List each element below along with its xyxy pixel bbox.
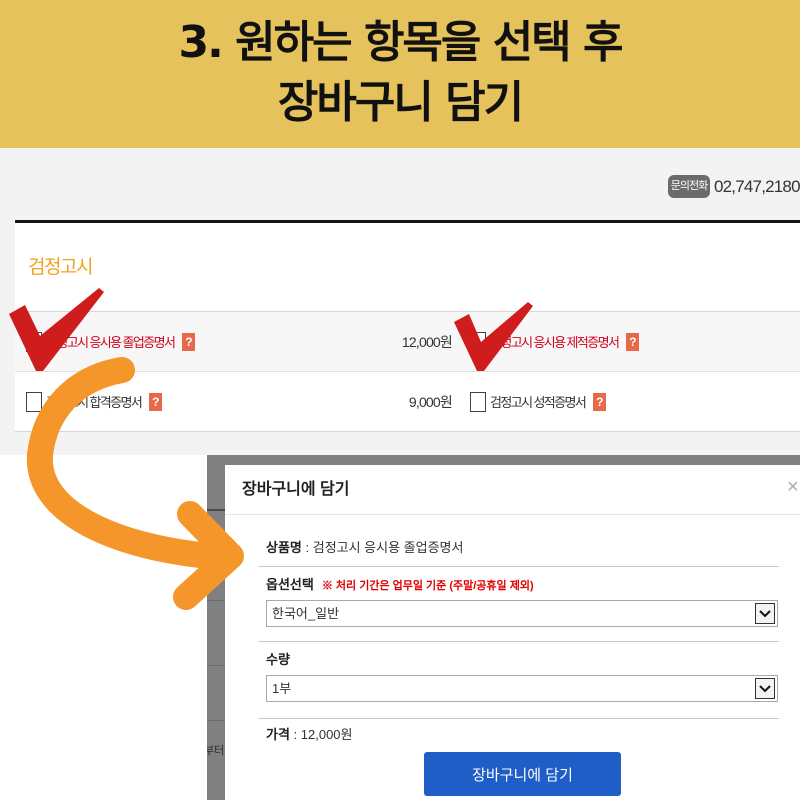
background-divider [207, 600, 225, 601]
product-row: 검정고시 응시용 졸업증명서 ? 12,000원 검정고시 응시용 제적증명서 … [15, 311, 800, 372]
quantity-select-value: 1부 [272, 681, 292, 696]
instruction-title-line-2: 장바구니 담기 [277, 77, 524, 128]
instruction-title-line-1: 3. 원하는 항목을 선택 후 [178, 17, 624, 68]
left-product-cell: 검정고시 합격증명서 ? [46, 372, 163, 431]
product-row: 검정고시 합격증명서 ? 9,000원 검정고시 성적증명서 ? [15, 372, 800, 432]
product-checkbox[interactable] [26, 391, 42, 412]
price-cell: 12,000원 [352, 312, 453, 371]
tutorial-screenshot: 3. 원하는 항목을 선택 후 장바구니 담기 문의전화 02,747,2180… [0, 0, 800, 800]
product-summary: 상품명 : 검정고시 응시용 졸업증명서 [266, 538, 463, 558]
help-icon[interactable]: ? [626, 332, 640, 351]
product-name[interactable]: 검정고시 성적증명서 [490, 392, 587, 411]
left-product-cell: 검정고시 응시용 졸업증명서 ? [46, 312, 196, 371]
product-name[interactable]: 검정고시 응시용 제적증명서 [490, 332, 620, 351]
label-separator: : [301, 540, 313, 555]
product-value: 검정고시 응시용 졸업증명서 [312, 540, 464, 555]
modal-divider [258, 566, 779, 567]
product-price: 12,000원 [401, 333, 453, 350]
contact-phone-number: 02,747,2180 ( [714, 177, 800, 196]
right-product-cell: 검정고시 성적증명서 ? [490, 372, 607, 431]
processing-notice: ※ 처리 기간은 업무일 기준 (주말/공휴일 제외) [321, 580, 534, 592]
label-separator: : [289, 727, 301, 742]
left-checkbox-cell [26, 372, 42, 431]
add-to-cart-modal: 장바구니에 담기 × 상품명 : 검정고시 응시용 졸업증명서 옵션선택 ※ 처리… [225, 465, 800, 800]
product-label: 상품명 [266, 540, 302, 555]
chevron-path [759, 609, 771, 617]
chevron-down-icon [759, 609, 771, 617]
chevron-path [759, 684, 771, 692]
background-text-fragment: 부터 [207, 745, 225, 757]
quantity-select[interactable]: 1부 [266, 675, 778, 702]
option-select-value: 한국어_일반 [272, 606, 340, 621]
chevron-down-icon [759, 684, 771, 692]
help-icon[interactable]: ? [593, 392, 607, 411]
modal-header-divider [225, 514, 800, 515]
option-label: 옵션선택 [266, 577, 314, 592]
product-price: 9,000원 [408, 393, 453, 410]
right-product-cell: 검정고시 응시용 제적증명서 ? [490, 312, 640, 371]
price-value: 12,000원 [300, 727, 353, 742]
modal-title: 장바구니에 담기 [242, 481, 350, 498]
price-cell: 9,000원 [352, 372, 453, 431]
modal-divider [258, 718, 779, 719]
instruction-banner: 3. 원하는 항목을 선택 후 장바구니 담기 [0, 0, 800, 148]
background-divider [207, 720, 225, 721]
modal-divider [258, 641, 779, 642]
product-checkbox[interactable] [470, 331, 486, 352]
option-select[interactable]: 한국어_일반 [266, 600, 778, 627]
category-title: 검정고시 [28, 257, 93, 278]
right-checkbox-cell [470, 312, 486, 371]
help-icon[interactable]: ? [182, 332, 196, 351]
product-checkbox[interactable] [470, 391, 486, 412]
close-icon[interactable]: × [787, 474, 800, 500]
chevron-down-icon[interactable] [755, 603, 775, 624]
help-icon[interactable]: ? [149, 392, 163, 411]
background-divider [207, 665, 225, 666]
price-summary: 가격 : 12,000원 [266, 725, 353, 745]
background-divider [207, 509, 225, 511]
contact-phone-container: 02,747,2180 ( [714, 174, 800, 200]
left-checkbox-cell [26, 312, 42, 371]
product-checkbox[interactable] [26, 331, 42, 352]
contact-badge: 문의전화 [668, 175, 710, 198]
right-checkbox-cell [470, 372, 486, 431]
quantity-heading: 수량 [266, 650, 290, 670]
chevron-down-icon[interactable] [755, 678, 775, 699]
quantity-label: 수량 [266, 652, 290, 667]
product-name[interactable]: 검정고시 합격증명서 [46, 392, 143, 411]
option-heading: 옵션선택 ※ 처리 기간은 업무일 기준 (주말/공휴일 제외) [266, 575, 534, 596]
price-label: 가격 [266, 727, 290, 742]
product-name[interactable]: 검정고시 응시용 졸업증명서 [46, 332, 176, 351]
add-to-cart-button[interactable]: 장바구니에 담기 [424, 752, 621, 796]
